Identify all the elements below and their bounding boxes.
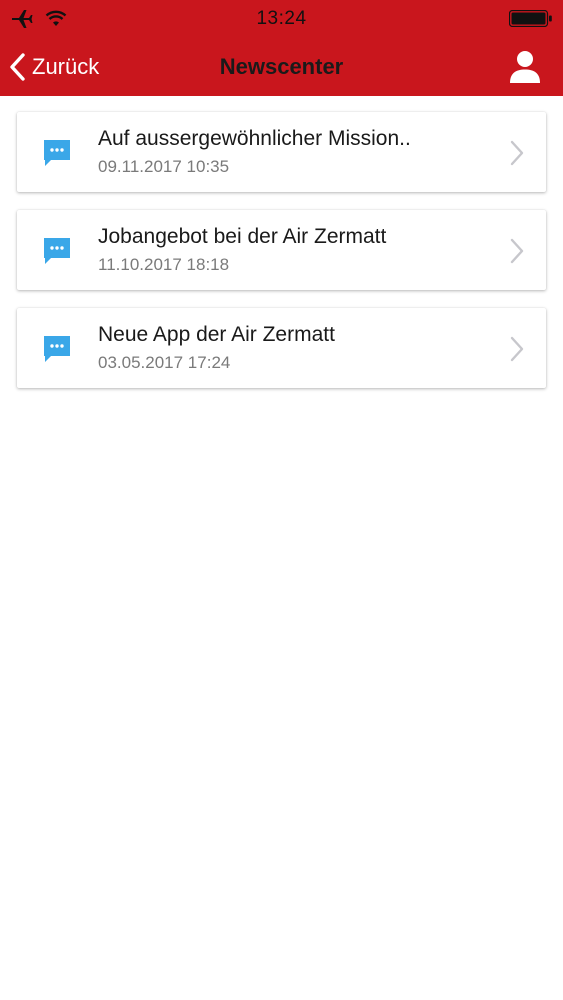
navigation-bar: Zurück Newscenter: [0, 38, 563, 96]
news-item[interactable]: Neue App der Air Zermatt 03.05.2017 17:2…: [17, 308, 546, 388]
news-list: Auf aussergewöhnlicher Mission.. 09.11.2…: [17, 112, 546, 406]
status-bar: 13:24: [0, 0, 563, 38]
news-title: Neue App der Air Zermatt: [98, 323, 335, 346]
news-item[interactable]: Auf aussergewöhnlicher Mission.. 09.11.2…: [17, 112, 546, 192]
person-icon[interactable]: [506, 48, 544, 86]
page-title: Newscenter: [219, 54, 344, 79]
chevron-right-icon: [510, 140, 524, 166]
status-time: 13:24: [256, 8, 307, 29]
chevron-right-icon: [510, 336, 524, 362]
header: 13:24 Zurück Newscenter: [0, 0, 563, 96]
news-date: 03.05.2017 17:24: [98, 353, 231, 372]
newscenter-screen: 13:24 Zurück Newscenter Auf aussergewöhn…: [0, 0, 563, 1000]
news-item[interactable]: Jobangebot bei der Air Zermatt 11.10.201…: [17, 210, 546, 290]
battery-icon: [509, 10, 552, 27]
chat-bubble-icon: [44, 336, 70, 362]
news-date: 09.11.2017 10:35: [98, 157, 230, 176]
chat-bubble-icon: [44, 238, 70, 264]
chevron-right-icon: [510, 238, 524, 264]
news-title: Auf aussergewöhnlicher Mission..: [98, 127, 411, 150]
news-date: 11.10.2017 18:18: [98, 255, 230, 274]
news-title: Jobangebot bei der Air Zermatt: [98, 225, 387, 248]
chat-bubble-icon: [44, 140, 70, 166]
